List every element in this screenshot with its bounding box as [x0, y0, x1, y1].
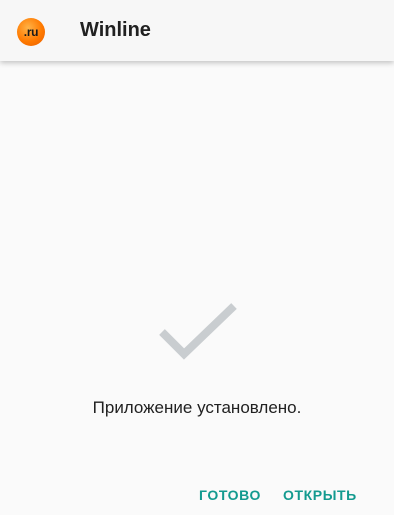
app-header: .ru Winline — [0, 0, 394, 61]
app-title: Winline — [80, 19, 151, 41]
checkmark-icon — [159, 303, 237, 360]
done-button[interactable]: ГОТОВО — [199, 487, 261, 503]
install-result-panel — [0, 61, 394, 515]
install-status-text: Приложение установлено. — [92, 398, 302, 417]
open-button[interactable]: ОТКРЫТЬ — [283, 487, 357, 503]
app-logo-icon: .ru — [17, 18, 45, 46]
app-logo-text: .ru — [23, 25, 39, 39]
